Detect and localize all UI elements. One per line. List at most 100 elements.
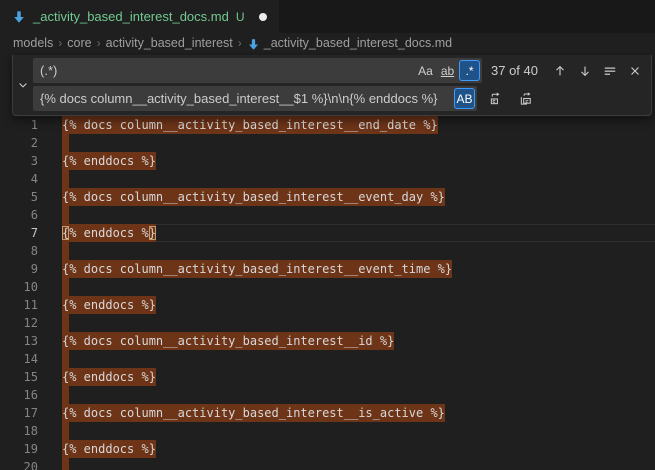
line-text[interactable]: {% enddocs %} — [62, 368, 655, 386]
line-text[interactable] — [62, 206, 655, 224]
code-line: 18 — [0, 422, 655, 440]
line-text[interactable] — [62, 170, 655, 188]
find-input[interactable]: (.*) Aa ab .* — [33, 58, 482, 83]
code-line: 4 — [0, 170, 655, 188]
breadcrumb-separator: › — [238, 36, 242, 50]
line-text[interactable] — [62, 386, 655, 404]
find-match-highlight: {% docs column__activity_based_interest_… — [62, 404, 445, 422]
preserve-case-button[interactable]: AB — [454, 88, 475, 109]
line-text[interactable]: {% enddocs %} — [62, 224, 655, 242]
previous-match-button[interactable] — [549, 60, 571, 82]
line-text[interactable]: {% enddocs %} — [62, 296, 655, 314]
breadcrumb-item[interactable]: activity_based_interest — [106, 36, 233, 50]
replace-actions — [485, 88, 537, 110]
find-match-highlight — [62, 206, 69, 224]
match-case-button[interactable]: Aa — [415, 60, 436, 81]
replace-input-value: {% docs column__activity_based_interest_… — [40, 91, 453, 106]
find-match-highlight: {% enddocs %} — [62, 296, 156, 314]
find-match-highlight — [62, 314, 69, 332]
find-match-highlight: {% docs column__activity_based_interest_… — [62, 260, 452, 278]
breadcrumb-separator: › — [58, 36, 62, 50]
line-number: 17 — [0, 404, 38, 422]
line-text[interactable]: {% enddocs %} — [62, 152, 655, 170]
breadcrumb: models › core › activity_based_interest › _act… — [0, 33, 655, 52]
whole-word-button[interactable]: ab — [437, 60, 458, 81]
bracket-match-highlight: { — [62, 226, 69, 240]
find-replace-widget: (.*) Aa ab .* 37 of 40 — [12, 55, 652, 116]
unsaved-changes-dot-icon[interactable] — [259, 13, 267, 21]
match-count: 37 of 40 — [491, 63, 538, 78]
tab-activity-based-interest-docs[interactable]: _activity_based_interest_docs.md U — [0, 0, 279, 33]
line-number: 7 — [0, 224, 38, 242]
line-number: 10 — [0, 278, 38, 296]
line-text[interactable]: {% docs column__activity_based_interest_… — [62, 332, 655, 350]
find-match-highlight — [62, 170, 69, 188]
editor-pane[interactable]: (.*) Aa ab .* 37 of 40 — [0, 52, 655, 470]
line-number: 4 — [0, 170, 38, 188]
line-text[interactable] — [62, 242, 655, 260]
find-match-highlight: {% enddocs %} — [62, 368, 156, 386]
line-number: 18 — [0, 422, 38, 440]
code-line: 13 {% docs column__activity_based_interes… — [0, 332, 655, 350]
find-match-highlight — [62, 422, 69, 440]
line-text[interactable]: {% docs column__activity_based_interest_… — [62, 116, 655, 134]
code-line: 11{% enddocs %} — [0, 296, 655, 314]
toggle-replace-chevron-icon[interactable] — [13, 58, 33, 111]
line-text[interactable]: {% enddocs %} — [62, 440, 655, 458]
regex-button[interactable]: .* — [459, 60, 480, 81]
breadcrumb-item[interactable]: _activity_based_interest_docs.md — [264, 36, 452, 50]
line-text[interactable]: {% docs column__activity_based_interest_… — [62, 404, 655, 422]
code-line: 16 — [0, 386, 655, 404]
find-input-value: (.*) — [40, 63, 414, 78]
line-number: 2 — [0, 134, 38, 152]
code-line: 2 — [0, 134, 655, 152]
code-line: 5 {% docs column__activity_based_interest… — [0, 188, 655, 206]
code-line: 1{% docs column__activity_based_interest… — [0, 116, 655, 134]
bracket-match-highlight: } — [149, 226, 156, 240]
line-text[interactable]: {% docs column__activity_based_interest_… — [62, 260, 655, 278]
line-number: 15 — [0, 368, 38, 386]
line-number: 9 — [0, 260, 38, 278]
git-status-badge: U — [236, 10, 245, 24]
next-match-button[interactable] — [574, 60, 596, 82]
line-number: 3 — [0, 152, 38, 170]
find-match-highlight: {% docs column__activity_based_interest_… — [62, 116, 438, 134]
code-line: 3 {% enddocs %} — [0, 152, 655, 170]
breadcrumb-item[interactable]: core — [67, 36, 91, 50]
line-text[interactable] — [62, 278, 655, 296]
line-number: 16 — [0, 386, 38, 404]
code-line: 12 — [0, 314, 655, 332]
line-number: 5 — [0, 188, 38, 206]
replace-all-button[interactable] — [515, 88, 537, 110]
find-match-highlight — [62, 350, 69, 368]
code-line: 7 {% enddocs %} — [0, 224, 655, 242]
find-match-highlight — [62, 242, 69, 260]
breadcrumb-separator: › — [97, 36, 101, 50]
tab-title: _activity_based_interest_docs.md — [33, 9, 229, 24]
code-line: 8 — [0, 242, 655, 260]
line-text[interactable] — [62, 350, 655, 368]
markdown-file-icon — [247, 38, 260, 51]
code-line: 20 — [0, 458, 655, 470]
code-line: 19{% enddocs %} — [0, 440, 655, 458]
find-match-highlight: {% enddocs %} — [62, 152, 156, 170]
close-button[interactable] — [624, 60, 646, 82]
find-row: (.*) Aa ab .* 37 of 40 — [33, 58, 646, 83]
replace-input[interactable]: {% docs column__activity_based_interest_… — [33, 86, 477, 111]
line-text[interactable] — [62, 314, 655, 332]
line-text[interactable] — [62, 422, 655, 440]
line-text[interactable] — [62, 458, 655, 470]
line-number: 20 — [0, 458, 38, 470]
replace-button[interactable] — [485, 88, 507, 110]
line-text[interactable] — [62, 134, 655, 152]
find-match-highlight — [62, 386, 69, 404]
code-line: 9 {% docs column__activity_based_interest… — [0, 260, 655, 278]
replace-row: {% docs column__activity_based_interest_… — [33, 86, 646, 111]
find-in-selection-button[interactable] — [599, 60, 621, 82]
line-text[interactable]: {% docs column__activity_based_interest_… — [62, 188, 655, 206]
line-number: 13 — [0, 332, 38, 350]
line-number: 6 — [0, 206, 38, 224]
code-line: 6 — [0, 206, 655, 224]
breadcrumb-item[interactable]: models — [13, 36, 53, 50]
line-number: 14 — [0, 350, 38, 368]
